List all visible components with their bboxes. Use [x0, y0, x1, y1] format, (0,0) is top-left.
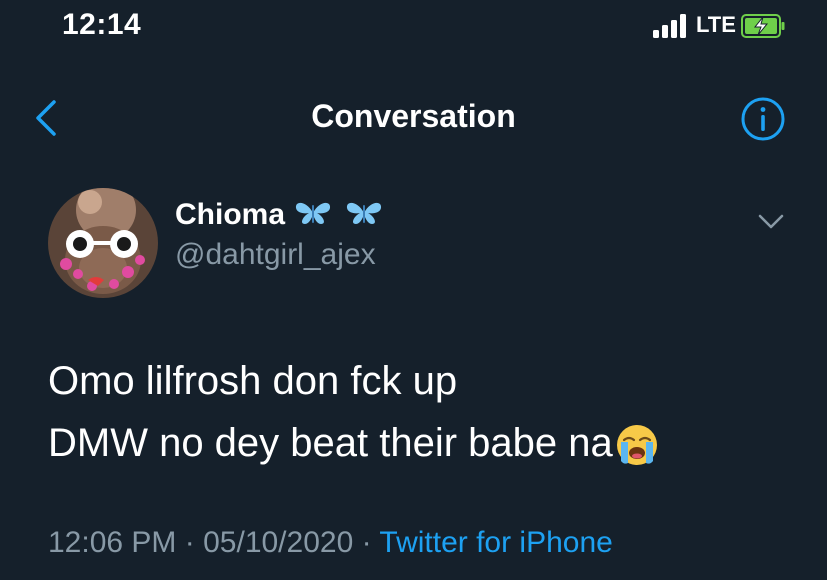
- butterfly-icon: [346, 202, 381, 224]
- tweet-text-line: DMW no dey beat their babe na: [48, 421, 613, 465]
- butterfly-icon: [296, 202, 331, 224]
- avatar[interactable]: [48, 188, 158, 298]
- info-icon[interactable]: [740, 96, 786, 142]
- nav-bar: Conversation: [0, 84, 827, 152]
- page-title: Conversation: [311, 98, 516, 134]
- tweet-author[interactable]: Chioma @dahtgirl_ajex: [175, 198, 384, 272]
- meta-separator: ·: [361, 526, 372, 559]
- status-bar: 12:14 LTE: [0, 0, 827, 56]
- display-name[interactable]: Chioma: [175, 198, 285, 232]
- user-handle[interactable]: @dahtgirl_ajex: [175, 238, 384, 272]
- tweet-meta: 12:06 PM · 05/10/2020 · Twitter for iPho…: [48, 526, 613, 560]
- meta-separator: ·: [184, 526, 195, 559]
- tweet-date: 05/10/2020: [203, 526, 354, 559]
- battery-charging-icon: [741, 14, 785, 38]
- tweet-text-line-with-emoji: DMW no dey beat their babe na: [48, 412, 808, 474]
- signal-icon: [653, 14, 689, 38]
- status-time: 12:14: [62, 8, 142, 41]
- tweet-text-line: Omo lilfrosh don fck up: [48, 359, 458, 403]
- chevron-down-icon[interactable]: [756, 210, 786, 232]
- tweet-source-link[interactable]: Twitter for iPhone: [379, 526, 612, 559]
- tweet-text: Omo lilfrosh don fck up DMW no dey beat …: [48, 350, 808, 474]
- tweet-time: 12:06 PM: [48, 526, 177, 559]
- network-type: LTE: [696, 12, 736, 37]
- loudly-crying-face-icon: [616, 425, 657, 466]
